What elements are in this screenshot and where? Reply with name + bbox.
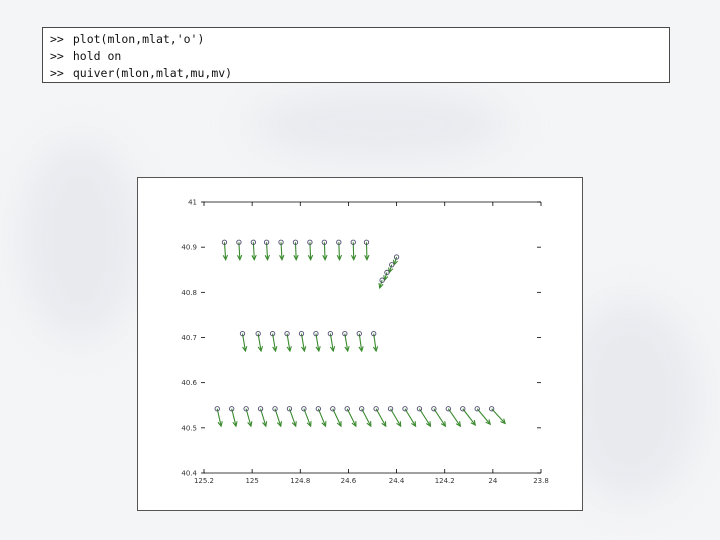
- command-text: quiver(mlon,mlat,mu,mv): [72, 66, 233, 80]
- background-shade: [250, 90, 510, 160]
- quiver-arrow: [476, 408, 491, 425]
- quiver-arrow: [361, 408, 372, 427]
- data-point: [359, 406, 365, 412]
- prompt: >>: [50, 66, 64, 80]
- data-point: [402, 406, 408, 412]
- y-tick-label: 40.8: [181, 289, 197, 297]
- data-point: [416, 406, 423, 412]
- command-window[interactable]: >> plot(mlon,mlat,'o') >> hold on >> quiver…: [42, 27, 670, 83]
- x-tick-label: 23.8: [533, 477, 549, 485]
- quiver-arrow: [346, 408, 357, 427]
- figure-window[interactable]: 125.2 125 124.8 24.6 24.4 124.2 24 23.8 41 40.9 40…: [137, 177, 583, 511]
- quiver-arrow: [375, 408, 387, 427]
- quiver-arrow: [404, 408, 417, 427]
- x-tick-label: 24.6: [341, 477, 357, 485]
- x-tick-label: 125: [245, 477, 258, 485]
- prompt: >>: [50, 32, 64, 46]
- y-tick-label: 40.7: [181, 334, 197, 342]
- command-text: hold on: [72, 49, 122, 63]
- x-tick-label: 24: [488, 477, 497, 485]
- x-tick-label: 124.8: [290, 477, 310, 485]
- command-line: >> quiver(mlon,mlat,mu,mv): [50, 65, 669, 82]
- command-line: >> plot(mlon,mlat,'o'): [50, 31, 669, 48]
- quiver-arrow: [491, 408, 506, 424]
- quiver-arrow: [433, 408, 446, 427]
- quiver-arrow: [390, 408, 402, 427]
- y-tick-label: 41: [188, 199, 197, 207]
- y-tick-label: 40.6: [181, 379, 197, 387]
- quiver-arrow: [462, 408, 476, 426]
- x-tick-label: 24.4: [389, 477, 405, 485]
- y-tick-label: 40.5: [181, 424, 197, 432]
- data-point: [474, 406, 480, 412]
- command-line: >> hold on: [50, 48, 669, 65]
- prompt: >>: [50, 49, 64, 63]
- background-shade: [20, 140, 140, 340]
- y-tick-label: 40.4: [181, 470, 197, 478]
- quiver-arrow: [447, 408, 461, 427]
- x-tick-label: 124.2: [435, 477, 455, 485]
- plot-marks: [214, 239, 506, 428]
- data-point: [460, 406, 466, 412]
- y-tick-label: 40.9: [181, 244, 197, 252]
- quiver-plot: 125.2 125 124.8 24.6 24.4 124.2 24 23.8 41 40.9 40…: [181, 199, 549, 486]
- quiver-arrow: [418, 408, 431, 427]
- x-tick-label: 125.2: [194, 477, 214, 485]
- command-text: plot(mlon,mlat,'o'): [72, 32, 205, 46]
